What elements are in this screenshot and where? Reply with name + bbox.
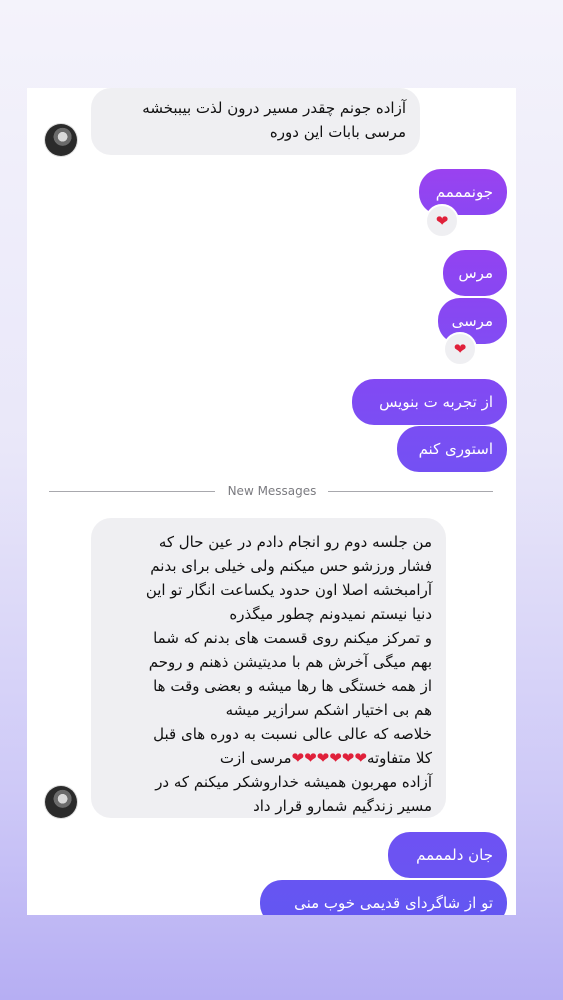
outgoing-message-5[interactable]: استوری کنم (397, 426, 507, 472)
divider-line-left (49, 491, 215, 492)
divider-line-right (328, 491, 493, 492)
message-line: بهم میگی آخرش هم با مدیتیشن ذهنم و روحم (148, 653, 432, 671)
message-line: مسیر زندگیم شمارو قرار داد (253, 797, 432, 815)
message-line: فشار ورزشو حس میکنم ولی خیلی برای بدنم (150, 557, 432, 575)
message-text: از تجربه ت بنویس (379, 393, 493, 411)
profile-avatar-icon[interactable] (45, 786, 77, 818)
message-text: استوری کنم (418, 440, 493, 458)
outgoing-message-4[interactable]: از تجربه ت بنویس (352, 379, 507, 425)
message-text: تو از شاگردای قدیمی خوب منی (294, 894, 493, 912)
message-text: مرسی (451, 312, 493, 330)
heart-reaction-icon[interactable]: ❤ (443, 332, 477, 366)
message-line-hearts: کلا متفاوته❤❤❤❤❤❤مرسی ازت (105, 746, 432, 770)
reaction-glyph: ❤ (453, 339, 467, 358)
incoming-message-1[interactable]: آزاده جونم چقدر مسیر درون لذت بیببخشه مر… (91, 88, 420, 155)
chat-thread: آزاده جونم چقدر مسیر درون لذت بیببخشه مر… (27, 88, 516, 915)
message-line: آزاده جونم چقدر مسیر درون لذت بیببخشه (142, 99, 406, 117)
profile-avatar-icon[interactable] (45, 124, 77, 156)
heart-reaction-icon[interactable]: ❤ (425, 204, 459, 238)
message-line: آرامبخشه اصلا اون حدود یکساعت انگار تو ا… (145, 581, 432, 599)
reaction-glyph: ❤ (435, 211, 449, 230)
new-messages-divider: New Messages (227, 484, 317, 498)
message-text: مرس (458, 264, 493, 282)
message-text: مرسی ازت (219, 749, 292, 767)
hearts-emoji-icon: ❤❤❤❤❤❤ (291, 749, 367, 767)
message-line: و تمرکز میکنم روی قسمت های بدنم که شما (153, 629, 432, 647)
outgoing-message-6[interactable]: جان دلمممم (388, 832, 507, 878)
message-line: مرسی بابات این دوره (269, 123, 406, 141)
message-line: از همه خستگی ها رها میشه و بعضی وقت ها (153, 677, 432, 695)
outgoing-message-7[interactable]: تو از شاگردای قدیمی خوب منی (260, 880, 507, 915)
outgoing-message-2[interactable]: مرس (443, 250, 507, 296)
message-line: آزاده مهربون همیشه خداروشکر میکنم که در (155, 773, 432, 791)
message-text: جان دلمممم (416, 846, 493, 864)
message-line: خلاصه که عالی عالی نسبت به دوره های قبل (153, 725, 432, 743)
message-text: جونمممم (435, 183, 493, 201)
message-line: دنیا نیستم نمیدونم چطور میگذره (229, 605, 432, 623)
message-line: هم بی اختیار اشکم سرازیر میشه (225, 701, 432, 719)
incoming-message-2[interactable]: من جلسه دوم رو انجام دادم در عین حال که … (91, 518, 446, 818)
message-line: من جلسه دوم رو انجام دادم در عین حال که (158, 533, 432, 551)
message-text: کلا متفاوته (366, 749, 432, 767)
